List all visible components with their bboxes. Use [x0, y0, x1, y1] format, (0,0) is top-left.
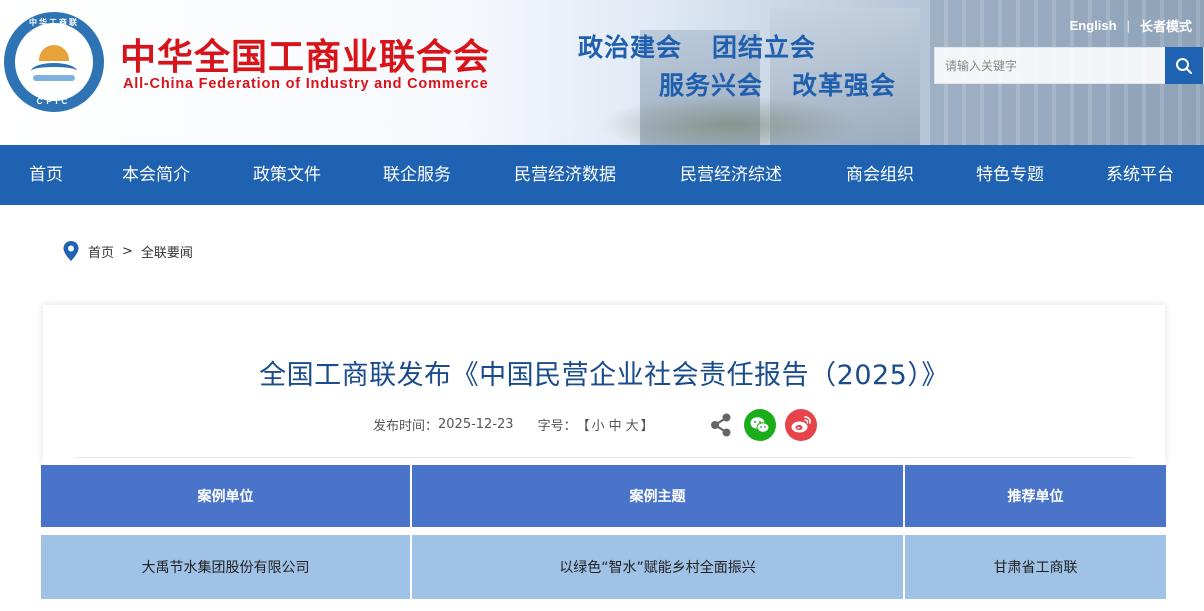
font-medium-button[interactable]: 中 [609, 415, 622, 434]
english-link[interactable]: English [1070, 18, 1117, 33]
breadcrumb-home[interactable]: 首页 [88, 242, 114, 261]
nav-item-home[interactable]: 首页 [29, 145, 63, 205]
search-button[interactable] [1165, 47, 1203, 84]
article-title: 全国工商联发布《中国民营企业社会责任报告（2025）》 [259, 360, 949, 391]
table-header-case-topic: 案例主题 [411, 465, 905, 527]
font-large-button[interactable]: 大 [626, 415, 639, 434]
publish-label: 发布时间： [373, 419, 439, 434]
table-cell: 以绿色“智水”赋能乡村全面振兴 [411, 535, 905, 599]
top-links: English | 长者模式 [1070, 16, 1192, 35]
font-size-label: 字号： [537, 419, 577, 434]
nav-item-policy[interactable]: 政策文件 [253, 145, 321, 205]
article-header-card: 全国工商联发布《中国民营企业社会责任报告（2025）》 发布时间： 2025-1… [43, 305, 1165, 465]
weibo-glyph-icon [791, 416, 811, 433]
header-banner: 中华工商联 CFIC 中华全国工商业联合会 All-China Federati… [0, 0, 1204, 145]
search-input[interactable] [935, 48, 1165, 83]
table-spacer [41, 527, 1166, 535]
elder-mode-link[interactable]: 长者模式 [1140, 16, 1192, 35]
logo-emblem [15, 23, 93, 101]
weibo-icon[interactable] [785, 409, 817, 441]
slogan: 服务兴会 [659, 71, 764, 100]
breadcrumb-separator: > [122, 243, 133, 259]
nav-item-topics[interactable]: 特色专题 [976, 145, 1044, 205]
table-row: 大禹节水集团股份有限公司 以绿色“智水”赋能乡村全面振兴 甘肃省工商联 [41, 535, 1166, 599]
font-small-button[interactable]: 小 [592, 415, 605, 434]
slogan: 改革强会 [792, 71, 897, 100]
logo-sun-icon [39, 45, 69, 61]
slogan: 政治建会 [578, 33, 683, 62]
breadcrumb-current[interactable]: 全联要闻 [141, 242, 193, 261]
slogan: 团结立会 [712, 33, 817, 62]
divider [75, 457, 1133, 458]
wechat-icon[interactable] [744, 409, 776, 441]
table-cell: 大禹节水集团股份有限公司 [41, 535, 412, 599]
nav-item-economy-review[interactable]: 民营经济综述 [680, 145, 782, 205]
link-separator: | [1126, 18, 1130, 33]
search-box [934, 47, 1204, 84]
brand-name-en: All-China Federation of Industry and Com… [123, 76, 489, 92]
cfic-logo[interactable]: 中华工商联 CFIC [4, 12, 104, 112]
nav-item-platform[interactable]: 系统平台 [1106, 145, 1174, 205]
share-icon[interactable] [708, 412, 734, 438]
table-header-case-unit: 案例单位 [41, 465, 412, 527]
nav-item-chambers[interactable]: 商会组织 [846, 145, 914, 205]
publish-date: 2025-12-23 [438, 417, 514, 432]
wechat-glyph-icon [750, 417, 770, 433]
nav-item-economy-data[interactable]: 民营经济数据 [514, 145, 616, 205]
brand-name-cn[interactable]: 中华全国工商业联合会 [120, 28, 490, 80]
logo-bottom-text: CFIC [36, 97, 72, 106]
font-bracket-close: 】 [640, 419, 654, 434]
table-cell: 甘肃省工商联 [904, 535, 1166, 599]
nav-item-service[interactable]: 联企服务 [383, 145, 451, 205]
nav-item-about[interactable]: 本会简介 [122, 145, 190, 205]
breadcrumb: 首页 > 全联要闻 [62, 240, 193, 262]
location-pin-icon [63, 241, 79, 261]
article-meta: 发布时间： 2025-12-23 字号： 【 小 中 大 】 [373, 415, 654, 434]
font-bracket-open: 【 [576, 419, 590, 434]
table-header-recommender: 推荐单位 [904, 465, 1166, 527]
logo-wave-icon [33, 75, 75, 81]
main-nav: 首页 本会简介 政策文件 联企服务 民营经济数据 民营经济综述 商会组织 特色专… [0, 145, 1204, 205]
search-icon [1176, 57, 1192, 74]
case-table: 案例单位 案例主题 推荐单位 大禹节水集团股份有限公司 以绿色“智水”赋能乡村全… [41, 465, 1166, 599]
